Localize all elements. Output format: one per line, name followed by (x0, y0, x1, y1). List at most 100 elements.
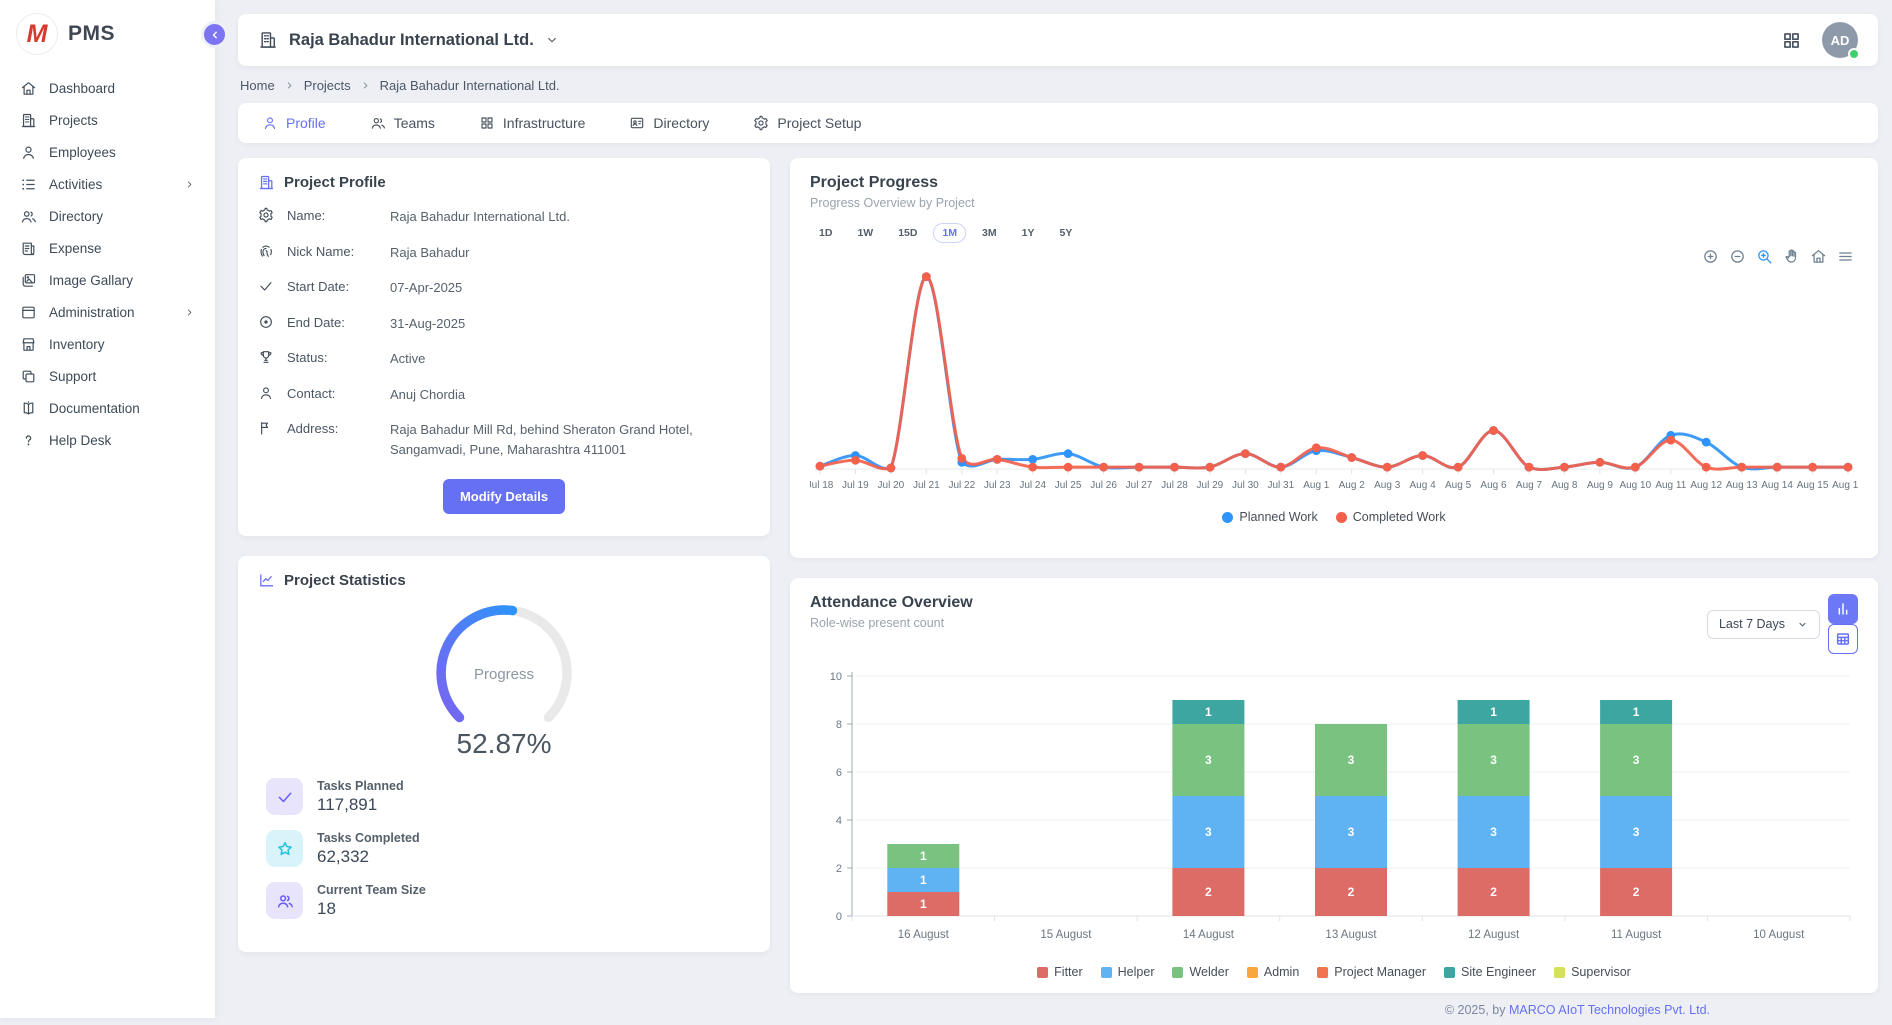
sidebar-item-activities[interactable]: Activities (0, 168, 215, 200)
company-switcher[interactable]: Raja Bahadur International Ltd. (258, 30, 559, 50)
svg-text:Jul 29: Jul 29 (1197, 480, 1224, 491)
sidebar-item-dashboard[interactable]: Dashboard (0, 72, 215, 104)
sidebar-item-label: Support (49, 369, 96, 384)
range-button-5y[interactable]: 5Y (1050, 223, 1081, 243)
view-button-table-icon[interactable] (1828, 624, 1858, 654)
sidebar-item-employees[interactable]: Employees (0, 136, 215, 168)
range-button-1m[interactable]: 1M (933, 223, 966, 243)
sidebar-item-projects[interactable]: Projects (0, 104, 215, 136)
tab-infrastructure[interactable]: Infrastructure (479, 103, 585, 143)
range-button-1y[interactable]: 1Y (1013, 223, 1044, 243)
project-progress-chart: Jul 18Jul 19Jul 20Jul 21Jul 22Jul 23Jul … (810, 251, 1858, 507)
tab-directory[interactable]: Directory (629, 103, 709, 143)
toolbar-selection-zoom-icon[interactable] (1756, 248, 1773, 265)
image-icon (20, 272, 37, 289)
bar-chart-icon (1835, 601, 1851, 617)
svg-text:2: 2 (836, 863, 842, 875)
tab-profile[interactable]: Profile (262, 103, 326, 143)
sidebar-item-label: Employees (49, 145, 116, 160)
sidebar-item-support[interactable]: Support (0, 360, 215, 392)
range-button-1w[interactable]: 1W (848, 223, 882, 243)
stat-tasks-completed: Tasks Completed 62,332 (258, 830, 750, 867)
stat-tasks-planned: Tasks Planned117,891 (258, 778, 750, 815)
sidebar-item-help-desk[interactable]: Help Desk (0, 424, 215, 456)
svg-text:Aug 11: Aug 11 (1655, 480, 1686, 491)
svg-text:Aug 3: Aug 3 (1374, 480, 1401, 491)
sidebar-item-expense[interactable]: Expense (0, 232, 215, 264)
breadcrumb-link-home[interactable]: Home (240, 78, 275, 93)
svg-text:Aug 1: Aug 1 (1303, 480, 1330, 491)
legend-fitter[interactable]: Fitter (1037, 965, 1082, 979)
legend-label: Project Manager (1334, 965, 1426, 979)
store-icon (20, 336, 37, 353)
svg-text:Jul 18: Jul 18 (810, 480, 834, 491)
svg-text:1: 1 (920, 849, 927, 863)
apps-grid-button[interactable] (1781, 30, 1802, 51)
footer-company-link[interactable]: MARCO AIoT Technologies Pvt. Ltd. (1509, 1003, 1710, 1017)
field-label: Address: (287, 421, 377, 436)
breadcrumb-link-projects[interactable]: Projects (304, 78, 351, 93)
svg-text:Aug 15: Aug 15 (1797, 480, 1829, 491)
brand-logo[interactable]: M PMS (0, 0, 215, 64)
svg-text:Jul 19: Jul 19 (842, 480, 869, 491)
legend-marker (1317, 967, 1328, 978)
sidebar-item-inventory[interactable]: Inventory (0, 328, 215, 360)
sidebar-collapse-button[interactable] (201, 21, 228, 48)
legend-project-manager[interactable]: Project Manager (1317, 965, 1426, 979)
sidebar-item-administration[interactable]: Administration (0, 296, 215, 328)
legend-supervisor[interactable]: Supervisor (1554, 965, 1631, 979)
range-button-3m[interactable]: 3M (973, 223, 1006, 243)
star-icon (276, 840, 294, 858)
svg-text:4: 4 (836, 815, 842, 827)
project-progress-legend: Planned Work Completed Work (810, 507, 1858, 532)
legend-marker (1554, 967, 1565, 978)
pan-icon (1783, 248, 1800, 265)
toolbar-zoom-out-icon[interactable] (1729, 248, 1746, 265)
toolbar-menu-icon[interactable] (1837, 248, 1854, 265)
avatar-initials: AD (1831, 33, 1850, 48)
toolbar-pan-icon[interactable] (1783, 248, 1800, 265)
attendance-range-select[interactable]: Last 7 Days (1707, 610, 1820, 639)
view-button-bar-chart-icon[interactable] (1828, 594, 1858, 624)
tab-project-setup[interactable]: Project Setup (753, 103, 861, 143)
help-icon (20, 432, 37, 449)
brand-logo-icon: M (16, 13, 58, 55)
legend-helper[interactable]: Helper (1101, 965, 1155, 979)
sidebar-item-image-gallary[interactable]: Image Gallary (0, 264, 215, 296)
svg-text:12 August: 12 August (1468, 929, 1520, 941)
sidebar-item-directory[interactable]: Directory (0, 200, 215, 232)
range-button-15d[interactable]: 15D (889, 223, 926, 243)
legend-marker (1101, 967, 1112, 978)
legend-welder[interactable]: Welder (1172, 965, 1228, 979)
svg-text:1: 1 (1205, 705, 1212, 719)
toolbar-zoom-in-icon[interactable] (1702, 248, 1719, 265)
legend-admin[interactable]: Admin (1247, 965, 1299, 979)
modify-details-button[interactable]: Modify Details (443, 479, 565, 514)
legend-marker (1336, 512, 1347, 523)
chart-toolbar (1702, 248, 1854, 265)
range-button-1d[interactable]: 1D (810, 223, 841, 243)
attendance-overview-card: Attendance Overview Role-wise present co… (790, 578, 1878, 993)
profile-field-contact: Contact:Anuj Chordia (258, 386, 750, 405)
svg-text:1: 1 (1490, 705, 1497, 719)
legend-label: Admin (1264, 965, 1299, 979)
legend-label: Completed Work (1353, 510, 1446, 524)
avatar[interactable]: AD (1822, 22, 1858, 58)
toolbar-home-icon[interactable] (1810, 248, 1827, 265)
stat-label: Tasks Completed (317, 831, 420, 845)
legend-label: Site Engineer (1461, 965, 1536, 979)
legend-marker (1444, 967, 1455, 978)
check-icon (258, 278, 274, 294)
svg-text:Jul 20: Jul 20 (878, 480, 905, 491)
legend-completed-work[interactable]: Completed Work (1336, 510, 1446, 524)
legend-label: Fitter (1054, 965, 1082, 979)
legend-site-engineer[interactable]: Site Engineer (1444, 965, 1536, 979)
stat-value: 62,332 (317, 847, 420, 867)
sidebar-item-documentation[interactable]: Documentation (0, 392, 215, 424)
tab-teams[interactable]: Teams (370, 103, 435, 143)
svg-text:14 August: 14 August (1183, 929, 1235, 941)
legend-planned-work[interactable]: Planned Work (1222, 510, 1317, 524)
people-icon (20, 208, 37, 225)
svg-text:1: 1 (1633, 705, 1640, 719)
svg-text:Jul 25: Jul 25 (1055, 480, 1082, 491)
